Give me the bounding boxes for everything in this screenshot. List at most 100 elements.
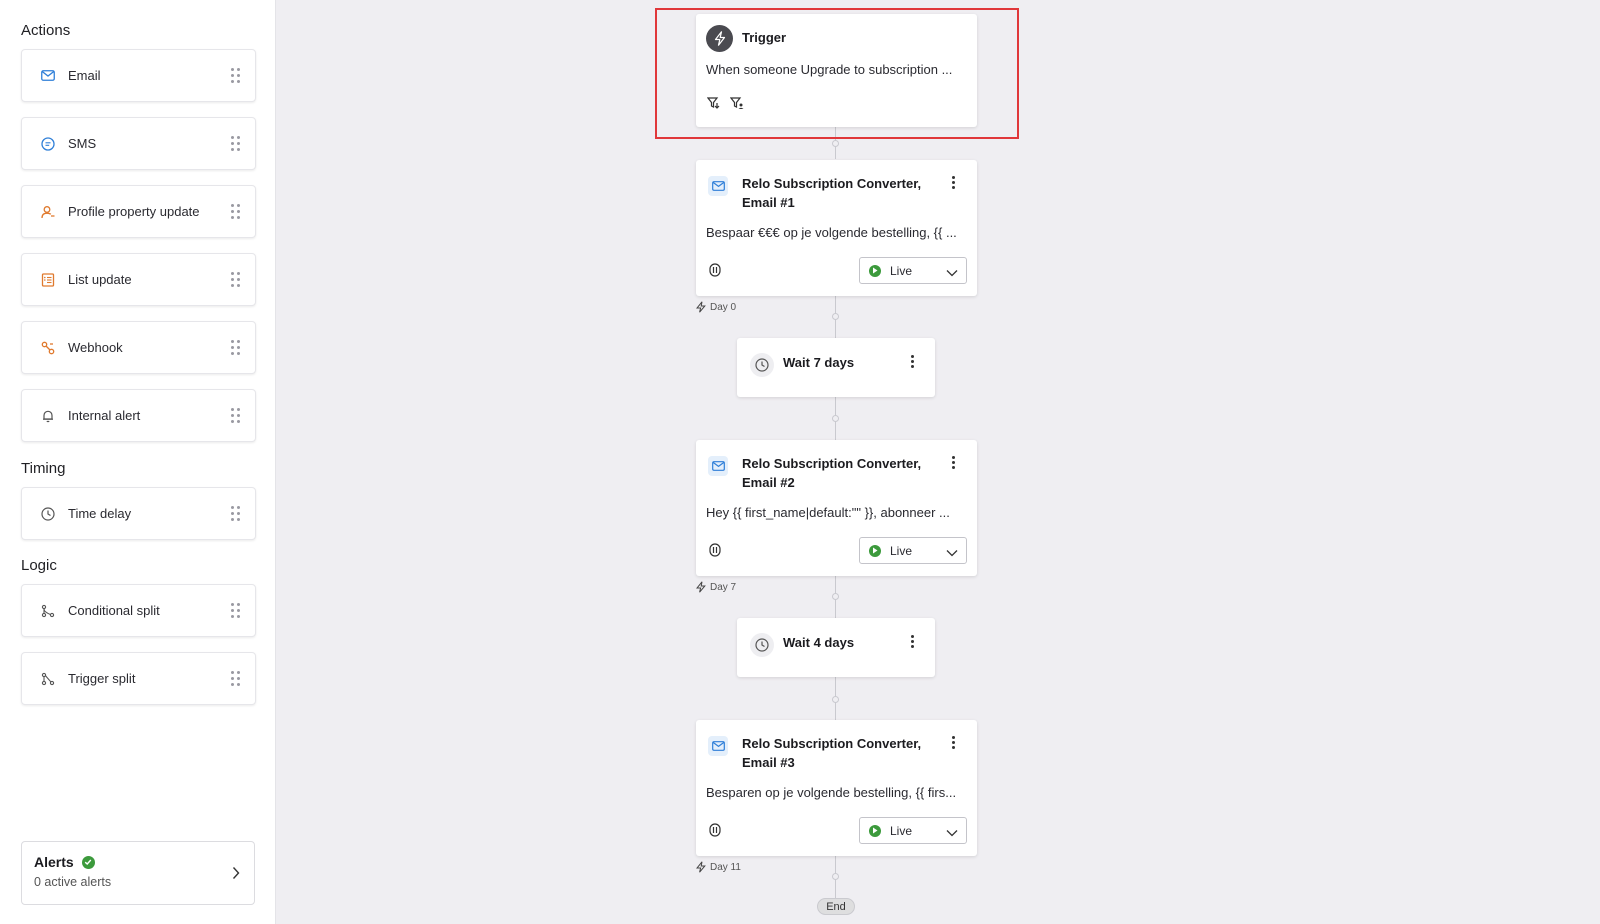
alerts-card[interactable]: Alerts 0 active alerts [21, 841, 255, 905]
drag-handle-icon[interactable] [231, 602, 241, 619]
more-options-icon[interactable] [952, 176, 956, 190]
drag-handle-icon[interactable] [231, 407, 241, 424]
lightning-icon [706, 25, 733, 52]
lightning-icon [696, 301, 706, 313]
status-select[interactable]: Live [859, 817, 967, 844]
chevron-right-icon [232, 866, 240, 885]
wait-title: Wait 4 days [783, 635, 855, 650]
connector-dot [832, 593, 839, 600]
action-label: SMS [68, 136, 97, 151]
drag-handle-icon[interactable] [231, 505, 241, 522]
email-node[interactable]: Relo Subscription Converter, Email #1 Be… [696, 160, 977, 296]
connector-dot [832, 313, 839, 320]
drag-handle-icon[interactable] [231, 271, 241, 288]
action-label: Email [68, 68, 101, 83]
mail-icon [708, 456, 728, 476]
action-label: Conditional split [68, 603, 160, 618]
action-trigger-split[interactable]: Trigger split [21, 652, 256, 705]
link-tracking-icon[interactable] [708, 543, 722, 562]
drag-handle-icon[interactable] [231, 670, 241, 687]
sms-icon [39, 135, 57, 153]
status-value: Live [890, 543, 913, 558]
email-title-line2: Email #3 [742, 755, 795, 770]
day-label: Day 0 [696, 301, 736, 313]
drag-handle-icon[interactable] [231, 135, 241, 152]
bell-icon [39, 407, 57, 425]
trigger-description: When someone Upgrade to subscription ... [706, 62, 953, 77]
email-title-line2: Email #1 [742, 195, 795, 210]
play-icon [869, 824, 881, 837]
day-label: Day 11 [696, 861, 741, 873]
chevron-down-icon [946, 826, 958, 840]
connector-dot [832, 873, 839, 880]
play-icon [869, 264, 881, 277]
trigger-filter-icon[interactable] [706, 96, 721, 115]
link-tracking-icon[interactable] [708, 823, 722, 842]
conditional-split-icon [39, 602, 57, 620]
trigger-split-icon [39, 670, 57, 688]
email-title-line1: Relo Subscription Converter, [742, 176, 922, 191]
drag-handle-icon[interactable] [231, 339, 241, 356]
email-title-line2: Email #2 [742, 475, 795, 490]
lightning-icon [696, 861, 706, 873]
email-node[interactable]: Relo Subscription Converter, Email #3 Be… [696, 720, 977, 856]
action-internal-alert[interactable]: Internal alert [21, 389, 256, 442]
wait-node[interactable]: Wait 4 days [737, 618, 935, 677]
email-title: Relo Subscription Converter, Email #3 [742, 734, 921, 772]
profile-icon [39, 203, 57, 221]
drag-handle-icon[interactable] [231, 203, 241, 220]
connector-dot [832, 140, 839, 147]
action-label: List update [68, 272, 132, 287]
action-conditional-split[interactable]: Conditional split [21, 584, 256, 637]
status-select[interactable]: Live [859, 537, 967, 564]
profile-filter-icon[interactable] [729, 96, 744, 115]
action-time-delay[interactable]: Time delay [21, 487, 256, 540]
link-tracking-icon[interactable] [708, 263, 722, 282]
chevron-down-icon [946, 266, 958, 280]
drag-handle-icon[interactable] [231, 67, 241, 84]
email-node[interactable]: Relo Subscription Converter, Email #2 He… [696, 440, 977, 576]
more-options-icon[interactable] [952, 736, 956, 750]
mail-icon [39, 67, 57, 85]
email-title-line1: Relo Subscription Converter, [742, 736, 922, 751]
end-node: End [817, 898, 855, 915]
trigger-title: Trigger [742, 30, 787, 45]
more-options-icon[interactable] [952, 456, 956, 470]
email-preview: Bespaar €€€ op je volgende bestelling, {… [706, 225, 957, 240]
status-value: Live [890, 823, 913, 838]
action-email[interactable]: Email [21, 49, 256, 102]
sidebar: Actions Email SMS Profile property updat… [0, 0, 276, 924]
section-title-timing: Timing [21, 460, 66, 477]
alerts-subtitle: 0 active alerts [34, 875, 112, 889]
action-sms[interactable]: SMS [21, 117, 256, 170]
alerts-title: Alerts [34, 854, 74, 870]
email-title: Relo Subscription Converter, Email #2 [742, 454, 921, 492]
chevron-down-icon [946, 546, 958, 560]
action-list-update[interactable]: List update [21, 253, 256, 306]
day-value: Day 11 [710, 861, 741, 873]
status-value: Live [890, 263, 913, 278]
webhook-icon [39, 339, 57, 357]
email-preview: Besparen op je volgende bestelling, {{ f… [706, 785, 957, 800]
action-webhook[interactable]: Webhook [21, 321, 256, 374]
check-circle-icon [81, 855, 95, 869]
trigger-node[interactable]: Trigger When someone Upgrade to subscrip… [696, 14, 977, 127]
connector-dot [832, 696, 839, 703]
status-select[interactable]: Live [859, 257, 967, 284]
action-label: Trigger split [68, 671, 136, 686]
clock-icon [39, 505, 57, 523]
more-options-icon[interactable] [911, 355, 915, 369]
connector-dot [832, 415, 839, 422]
clock-icon [750, 633, 774, 657]
action-label: Internal alert [68, 408, 141, 423]
wait-node[interactable]: Wait 7 days [737, 338, 935, 397]
section-title-logic: Logic [21, 557, 57, 574]
mail-icon [708, 736, 728, 756]
list-icon [39, 271, 57, 289]
mail-icon [708, 176, 728, 196]
more-options-icon[interactable] [911, 635, 915, 649]
action-profile-property-update[interactable]: Profile property update [21, 185, 256, 238]
email-title: Relo Subscription Converter, Email #1 [742, 174, 921, 212]
action-label: Profile property update [68, 204, 200, 219]
play-icon [869, 544, 881, 557]
